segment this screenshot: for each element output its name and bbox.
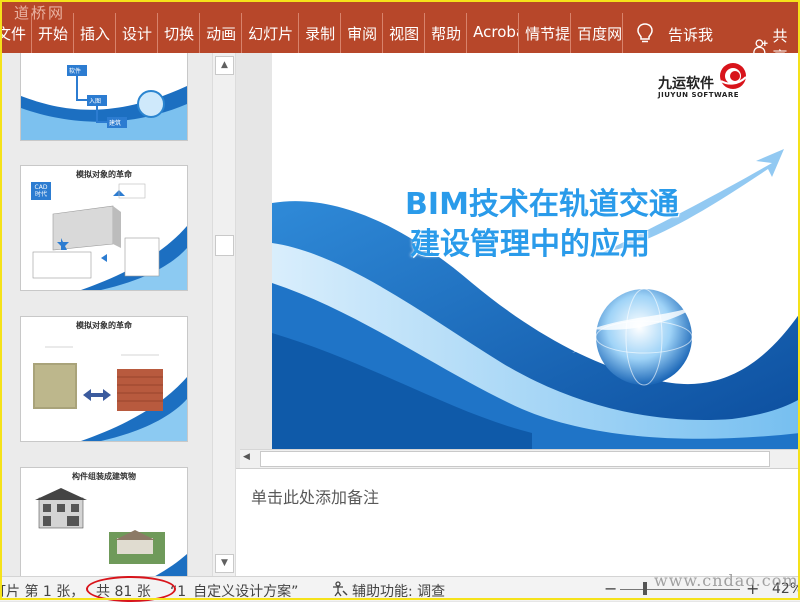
zoom-out-button[interactable]: − bbox=[604, 579, 617, 598]
thumb-label: 建筑 bbox=[109, 118, 121, 127]
thumb-label: CAD时代 bbox=[32, 184, 50, 198]
slide-thumbnail[interactable]: 构件组装成建筑物 bbox=[20, 467, 188, 576]
tab-animations[interactable]: 动画 bbox=[200, 13, 242, 53]
ribbon-tab-bar: 道桥网 文件 开始 插入 设计 切换 动画 幻灯片 录制 审阅 视图 帮助 Ac… bbox=[0, 0, 800, 53]
scroll-thumb[interactable] bbox=[215, 235, 234, 256]
thumb-label: 入图 bbox=[89, 96, 101, 105]
slide-title-line-2[interactable]: 建设管理中的应用 bbox=[272, 219, 794, 263]
tab-baidu-netdisk[interactable]: 百度网盘 bbox=[571, 13, 623, 53]
slide-number-label[interactable]: 幻灯片 第 1 张， bbox=[0, 581, 84, 601]
company-name-en: JIUYUN SOFTWARE bbox=[658, 91, 739, 99]
tab-acrobat[interactable]: Acrobat bbox=[467, 13, 519, 53]
zoom-slider-handle[interactable] bbox=[643, 582, 647, 595]
current-slide[interactable]: 九运软件 JIUYUN SOFTWARE BIM技术在轨道交通 建设管理中的应用 bbox=[272, 53, 800, 449]
thumbnail-graphic bbox=[21, 468, 187, 576]
slide-thumbnail[interactable]: 软件 入图 建筑 bbox=[20, 53, 188, 141]
accessibility-status[interactable]: 辅助功能: 调查 bbox=[352, 581, 445, 601]
tab-review[interactable]: 审阅 bbox=[341, 13, 383, 53]
thumbnail-graphic bbox=[21, 53, 187, 140]
lightbulb-icon[interactable] bbox=[636, 22, 654, 44]
thumbnail-scrollbar[interactable]: ▲ ▼ bbox=[212, 53, 236, 576]
company-name: 九运软件 bbox=[658, 73, 714, 93]
tab-slideshow[interactable]: 幻灯片 bbox=[242, 13, 299, 53]
tell-me-search[interactable]: 告诉我 bbox=[668, 24, 713, 45]
horizontal-scroll-thumb[interactable] bbox=[260, 451, 770, 467]
tab-record[interactable]: 录制 bbox=[299, 13, 341, 53]
slide-title-line-1[interactable]: BIM技术在轨道交通 bbox=[278, 179, 800, 223]
tab-design[interactable]: 设计 bbox=[116, 13, 158, 53]
logo-emblem-icon bbox=[718, 61, 748, 91]
accessibility-icon bbox=[330, 580, 348, 602]
notes-pane[interactable]: 单击此处添加备注 bbox=[236, 468, 800, 577]
scroll-up-button[interactable]: ▲ bbox=[215, 56, 234, 75]
horizontal-scrollbar[interactable]: ◀ bbox=[240, 449, 800, 469]
tab-help[interactable]: 帮助 bbox=[425, 13, 467, 53]
highlight-circle bbox=[86, 576, 176, 602]
share-button[interactable]: 共享 bbox=[752, 25, 800, 53]
ribbon-tabs: 文件 开始 插入 设计 切换 动画 幻灯片 录制 审阅 视图 帮助 Acroba… bbox=[0, 13, 623, 53]
theme-name: “1_自定义设计方案” bbox=[170, 581, 298, 601]
thumbnail-graphic bbox=[21, 317, 187, 441]
tab-view[interactable]: 视图 bbox=[383, 13, 425, 53]
slide-thumbnail-pane[interactable]: 软件 入图 建筑 模拟对象的革命 CAD时代 模拟对象的革命 bbox=[0, 53, 212, 576]
slide-thumbnail[interactable]: 模拟对象的革命 CAD时代 bbox=[20, 165, 188, 291]
person-icon bbox=[752, 37, 769, 53]
share-label: 共享 bbox=[773, 25, 800, 53]
tab-storyboard[interactable]: 情节提要 bbox=[519, 13, 571, 53]
notes-placeholder: 单击此处添加备注 bbox=[251, 484, 379, 508]
company-logo: 九运软件 JIUYUN SOFTWARE bbox=[658, 61, 798, 105]
tab-file[interactable]: 文件 bbox=[0, 13, 32, 53]
tab-home[interactable]: 开始 bbox=[32, 13, 74, 53]
thumb-label: 软件 bbox=[69, 66, 81, 75]
tab-insert[interactable]: 插入 bbox=[74, 13, 116, 53]
scroll-down-button[interactable]: ▼ bbox=[215, 554, 234, 573]
scroll-left-button[interactable]: ◀ bbox=[243, 452, 250, 462]
tab-transitions[interactable]: 切换 bbox=[158, 13, 200, 53]
watermark-bottom: www.cndao.com bbox=[654, 571, 799, 590]
slide-thumbnail[interactable]: 模拟对象的革命 bbox=[20, 316, 188, 442]
